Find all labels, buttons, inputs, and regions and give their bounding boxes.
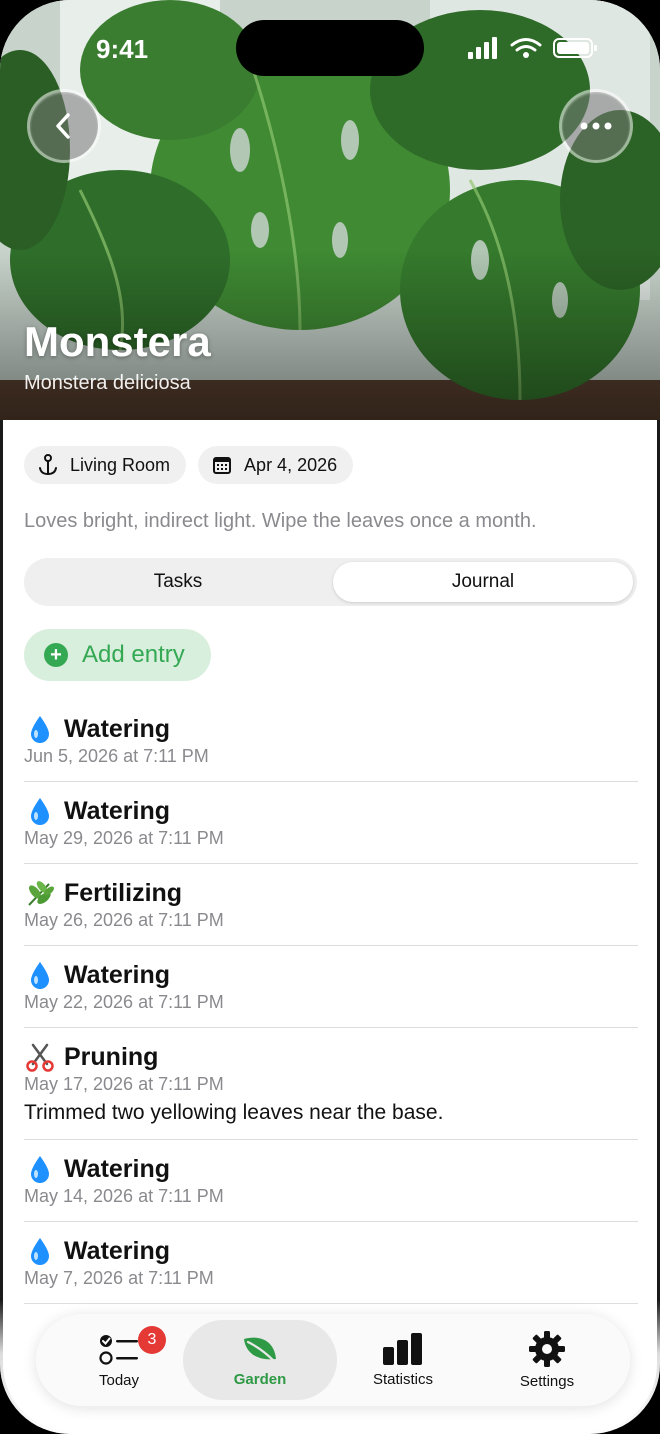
plant-description: Loves bright, indirect light. Wipe the l… — [24, 510, 537, 532]
journal-entries-list: Watering Jun 5, 2026 at 7:11 PM Watering… — [24, 700, 638, 1304]
gear-icon — [529, 1330, 565, 1367]
signal-icon — [468, 37, 497, 59]
tab-statistics-label: Statistics — [372, 1370, 433, 1388]
entry-title: Watering — [64, 960, 171, 989]
status-time: 9:41 — [96, 34, 149, 64]
journal-entry[interactable]: Watering May 29, 2026 at 7:11 PM — [24, 782, 638, 864]
back-button[interactable] — [30, 92, 98, 160]
entry-title: Watering — [64, 1236, 171, 1265]
water-drop-icon — [24, 796, 56, 826]
entry-title: Pruning — [64, 1042, 159, 1071]
more-options-button[interactable] — [562, 92, 630, 160]
entry-title: Watering — [64, 714, 171, 743]
today-badge: 3 — [138, 1326, 166, 1354]
entry-date: May 7, 2026 at 7:11 PM — [24, 1268, 214, 1288]
journal-entry[interactable]: Watering Jun 5, 2026 at 7:11 PM — [24, 700, 638, 782]
water-drop-icon — [24, 1236, 56, 1266]
water-drop-icon — [24, 960, 56, 990]
entry-note: Trimmed two yellowing leaves near the ba… — [24, 1101, 444, 1124]
journal-entry[interactable]: Watering May 22, 2026 at 7:11 PM — [24, 946, 638, 1028]
scissors-icon — [24, 1042, 56, 1072]
plant-name: Monstera — [24, 318, 211, 365]
add-entry-label: Add entry — [82, 641, 185, 668]
plus-circle-icon: + — [44, 643, 68, 667]
anchor-icon — [39, 454, 57, 476]
journal-entry[interactable]: Watering May 14, 2026 at 7:11 PM — [24, 1140, 638, 1222]
date-chip[interactable]: Apr 4, 2026 — [198, 446, 354, 484]
add-entry-button[interactable]: + Add entry — [24, 629, 211, 681]
entry-date: May 22, 2026 at 7:11 PM — [24, 992, 224, 1012]
tab-bar: 3 Today Garden Statistics Settings — [36, 1314, 630, 1406]
tab-today-label: Today — [98, 1371, 140, 1389]
tab-statistics[interactable]: Statistics — [326, 1320, 480, 1400]
segment-journal[interactable]: Journal — [333, 562, 633, 602]
tasks-journal-segmented-control: Tasks Journal — [24, 558, 637, 606]
date-label: Apr 4, 2026 — [244, 454, 338, 475]
leaf-icon — [244, 1337, 276, 1362]
tab-garden-label: Garden — [233, 1370, 287, 1388]
calendar-icon — [213, 457, 232, 474]
entry-title: Watering — [64, 1154, 171, 1183]
entry-date: May 14, 2026 at 7:11 PM — [24, 1186, 224, 1206]
location-chip[interactable]: Living Room — [24, 446, 187, 484]
wifi-icon — [510, 38, 542, 52]
plant-info-chips: Living Room Apr 4, 2026 — [24, 446, 354, 484]
segment-tasks[interactable]: Tasks — [28, 562, 328, 602]
entry-date: May 26, 2026 at 7:11 PM — [24, 910, 224, 930]
herb-icon — [24, 878, 56, 908]
plant-scientific-name: Monstera deliciosa — [24, 372, 191, 394]
tab-settings-label: Settings — [519, 1372, 575, 1390]
entry-date: May 17, 2026 at 7:11 PM — [24, 1074, 224, 1094]
entry-title: Watering — [64, 796, 171, 825]
entry-date: May 29, 2026 at 7:11 PM — [24, 828, 224, 848]
bar-chart-icon — [383, 1332, 422, 1365]
chevron-left-icon — [56, 113, 70, 139]
water-drop-icon — [24, 714, 56, 744]
checklist-icon — [99, 1334, 138, 1365]
ellipsis-icon — [580, 122, 612, 130]
water-drop-icon — [24, 1154, 56, 1184]
status-icons — [468, 37, 597, 59]
battery-icon — [553, 38, 597, 58]
entry-title: Fertilizing — [64, 878, 183, 907]
journal-entry[interactable]: Pruning May 17, 2026 at 7:11 PM Trimmed … — [24, 1028, 638, 1140]
location-label: Living Room — [70, 454, 171, 475]
plant-hero-image: 9:41 Monstera Monstera deliciosa — [0, 0, 660, 420]
phone-screen: 9:41 Monstera Monstera deliciosa Living … — [0, 0, 660, 1434]
tab-garden[interactable]: Garden — [183, 1320, 337, 1400]
tab-today[interactable]: 3 Today — [42, 1320, 196, 1400]
tab-settings[interactable]: Settings — [470, 1320, 624, 1400]
entry-date: Jun 5, 2026 at 7:11 PM — [24, 746, 209, 766]
dynamic-island — [236, 20, 424, 76]
journal-entry[interactable]: Fertilizing May 26, 2026 at 7:11 PM — [24, 864, 638, 946]
journal-entry[interactable]: Watering May 7, 2026 at 7:11 PM — [24, 1222, 638, 1304]
